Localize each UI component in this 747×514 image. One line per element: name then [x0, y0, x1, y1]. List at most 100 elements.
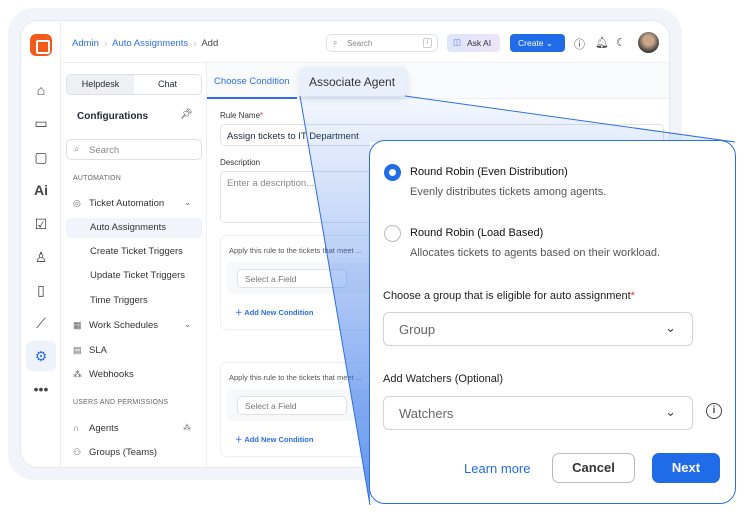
section-users: USERS AND PERMISSIONS: [73, 399, 169, 406]
book-icon[interactable]: ▯: [31, 280, 51, 300]
item-label: Work Schedules: [89, 320, 158, 331]
next-button[interactable]: Next: [652, 453, 720, 483]
task-icon[interactable]: ☑: [31, 214, 51, 234]
item-label: SLA: [89, 345, 107, 356]
watchers-dropdown[interactable]: Watchers ⌄: [383, 396, 693, 430]
search-placeholder: Search: [347, 39, 373, 48]
breadcrumb-current: Add: [201, 38, 219, 49]
sidebar-title: Configurations: [77, 111, 149, 122]
sidebar-tabs: Helpdesk Chat: [66, 74, 202, 95]
item-label: Ticket Automation: [89, 198, 165, 209]
shortcut-key: /: [423, 38, 432, 48]
cancel-button[interactable]: Cancel: [552, 453, 635, 483]
icon-rail: ⌂ ▭ ▢ Ai ☑ ♙ ▯ ⟋ ⚙ •••: [21, 21, 61, 467]
item-label: Agents: [89, 423, 119, 434]
select-field-dropdown[interactable]: Select a Field: [237, 269, 347, 288]
rule-name-label: Rule Name*: [220, 111, 264, 120]
select-placeholder: Select a Field: [245, 274, 297, 284]
top-bar: Admin › Auto Assignments › Add ⌕ Search / ◫ Ask…: [61, 21, 669, 63]
condition-text: Apply this rule to the tickets that meet…: [229, 373, 362, 382]
select-field-dropdown[interactable]: Select a Field: [237, 396, 347, 415]
automation-icon: ◎: [73, 198, 81, 208]
bell-icon[interactable]: 🔔︎: [595, 36, 609, 49]
create-label: Create: [518, 38, 544, 48]
avatar[interactable]: [638, 32, 659, 53]
item-label: Groups (Teams): [89, 447, 158, 458]
group-label: Choose a group that is eligible for auto…: [383, 290, 635, 302]
sidebar-search-input[interactable]: ⌕ Search: [66, 139, 202, 160]
sidebar-item-agents[interactable]: ∩ Agents ⁂: [73, 418, 201, 438]
add-condition-button[interactable]: ＋ Add New Condition: [235, 307, 313, 318]
global-search-input[interactable]: ⌕ Search /: [326, 34, 438, 52]
option-description: Evenly distributes tickets among agents.: [410, 186, 607, 198]
sidebar-item-ticket-automation[interactable]: ◎ Ticket Automation ⌄: [73, 193, 201, 213]
sidebar-item-work-schedules[interactable]: ▦ Work Schedules ⌄: [73, 315, 201, 335]
item-label: Webhooks: [89, 369, 134, 380]
chevron-down-icon: ⌄: [184, 320, 191, 329]
sla-icon: ▤: [73, 345, 82, 355]
select-placeholder: Select a Field: [245, 401, 297, 411]
ai-sparkle-icon: ◫: [453, 37, 462, 47]
radio-load-based[interactable]: [384, 225, 401, 242]
sidebar-item-time-triggers[interactable]: Time Triggers: [66, 291, 202, 311]
label-text: Choose a group that is eligible for auto…: [383, 290, 631, 302]
home-icon[interactable]: ⌂: [31, 80, 51, 100]
sidebar-item-update-ticket-triggers[interactable]: Update Ticket Triggers: [66, 266, 202, 286]
webhook-icon: ⁂: [183, 423, 191, 432]
tab-helpdesk[interactable]: Helpdesk: [67, 75, 134, 94]
sidebar-item-auto-assignments[interactable]: Auto Assignments: [66, 218, 202, 238]
step-tabs: Choose Condition: [207, 63, 669, 99]
chevron-down-icon: ⌄: [545, 38, 554, 48]
breadcrumb-admin[interactable]: Admin: [72, 38, 99, 49]
calendar-icon: ▦: [73, 320, 82, 330]
pin-icon[interactable]: 📌︎: [180, 109, 193, 120]
group-icon: ⚇: [73, 447, 82, 457]
label-text: Rule Name: [220, 111, 261, 120]
create-button[interactable]: Create ⌄: [510, 34, 565, 52]
dropdown-placeholder: Watchers: [399, 406, 454, 421]
sidebar-item-webhooks[interactable]: ⁂ Webhooks: [73, 364, 201, 384]
sidebar-item-create-ticket-triggers[interactable]: Create Ticket Triggers: [66, 242, 202, 262]
settings-icon[interactable]: ⚙: [26, 341, 56, 371]
group-dropdown[interactable]: Group ⌄: [383, 312, 693, 346]
option-label: Round Robin (Load Based): [410, 227, 544, 239]
webhook-icon: ⁂: [73, 369, 82, 379]
chevron-down-icon: ⌄: [665, 320, 676, 335]
moon-icon[interactable]: ☾: [616, 36, 626, 49]
breadcrumb-auto-assignments[interactable]: Auto Assignments: [112, 38, 188, 49]
info-icon[interactable]: i: [706, 403, 722, 419]
contact-icon[interactable]: ♙: [31, 247, 51, 267]
ticket-icon[interactable]: ▭: [31, 113, 51, 133]
search-icon: ⌕: [74, 144, 80, 155]
sidebar-item-groups[interactable]: ⚇ Groups (Teams): [73, 442, 201, 462]
add-condition-button[interactable]: ＋ Add New Condition: [235, 434, 313, 445]
option-description: Allocates tickets to agents based on the…: [410, 247, 661, 259]
breadcrumb: Admin › Auto Assignments › Add: [72, 38, 219, 49]
condition-text: Apply this rule to the tickets that meet…: [229, 246, 362, 255]
option-label: Round Robin (Even Distribution): [410, 166, 568, 178]
chat-icon[interactable]: ▢: [31, 147, 51, 167]
search-placeholder: Search: [89, 145, 120, 156]
radio-even-distribution[interactable]: [384, 164, 401, 181]
config-sidebar: Helpdesk Chat Configurations 📌︎ ⌕ Search …: [61, 63, 207, 467]
tab-chat[interactable]: Chat: [134, 75, 201, 94]
add-condition-label: Add New Condition: [244, 308, 314, 317]
section-automation: AUTOMATION: [73, 175, 122, 182]
watchers-label: Add Watchers (Optional): [383, 373, 504, 385]
logo-icon: [30, 34, 52, 56]
chevron-down-icon: ⌄: [665, 404, 676, 419]
description-label: Description: [220, 158, 261, 167]
sidebar-item-sla[interactable]: ▤ SLA: [73, 340, 201, 360]
dropdown-placeholder: Group: [399, 322, 436, 337]
ask-ai-label: Ask AI: [467, 38, 492, 48]
tab-associate-agent[interactable]: Associate Agent: [300, 67, 407, 96]
analytics-icon[interactable]: ⟋: [31, 313, 51, 333]
assignment-card: Round Robin (Even Distribution) Evenly d…: [369, 140, 736, 504]
search-icon: ⌕: [333, 38, 338, 47]
tab-choose-condition[interactable]: Choose Condition: [207, 63, 297, 99]
ai-icon[interactable]: Ai: [31, 180, 51, 200]
help-icon[interactable]: ⓘ: [574, 36, 585, 52]
ask-ai-button[interactable]: ◫ Ask AI: [447, 34, 500, 52]
learn-more-link[interactable]: Learn more: [464, 461, 530, 476]
more-icon[interactable]: •••: [31, 379, 51, 399]
